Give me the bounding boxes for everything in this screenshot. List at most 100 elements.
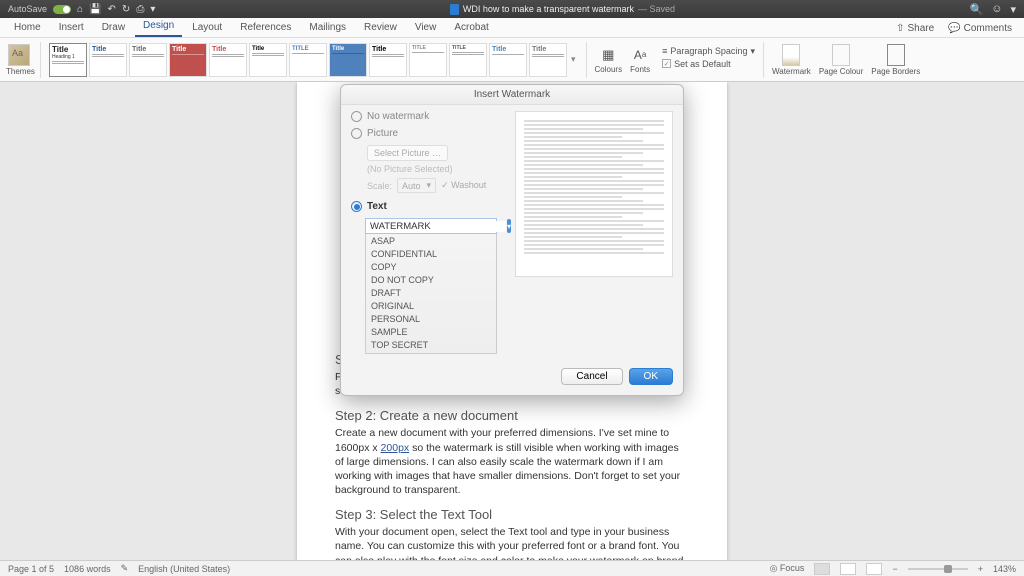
themes-icon: [8, 44, 30, 66]
colours-icon: ▦: [599, 46, 617, 64]
set-default-button[interactable]: ✓Set as Default: [662, 59, 755, 69]
ribbon: Themes TitleHeading 1 Title Title Title …: [0, 38, 1024, 82]
dropdown-option[interactable]: DO NOT COPY: [366, 273, 496, 286]
fonts-button[interactable]: AaFonts: [630, 46, 650, 74]
watermark-text-input[interactable]: [366, 221, 506, 232]
page-colour-icon: [832, 44, 850, 66]
radio-picture[interactable]: Picture: [351, 128, 505, 139]
word-count[interactable]: 1086 words: [64, 564, 111, 574]
style-option[interactable]: Title: [169, 43, 207, 77]
style-option[interactable]: Title: [129, 43, 167, 77]
dropdown-option[interactable]: COPY: [366, 260, 496, 273]
dropdown-option[interactable]: SAMPLE: [366, 325, 496, 338]
autosave-label: AutoSave: [8, 4, 47, 14]
colours-button[interactable]: ▦Colours: [595, 46, 623, 74]
style-gallery: TitleHeading 1 Title Title Title Title T…: [49, 43, 578, 77]
tab-review[interactable]: Review: [356, 19, 405, 37]
document-canvas: Step 1: Open Photoshop For the purposes …: [0, 82, 1024, 560]
watermark-text-dropdown[interactable]: ASAP CONFIDENTIAL COPY DO NOT COPY DRAFT…: [365, 234, 497, 354]
tab-home[interactable]: Home: [6, 19, 49, 37]
tab-references[interactable]: References: [232, 19, 299, 37]
view-outline[interactable]: [866, 563, 882, 575]
ok-button[interactable]: OK: [629, 368, 673, 385]
tab-insert[interactable]: Insert: [51, 19, 92, 37]
tab-acrobat[interactable]: Acrobat: [446, 19, 496, 37]
cancel-button[interactable]: Cancel: [561, 368, 622, 385]
tab-view[interactable]: View: [407, 19, 445, 37]
dropdown-option[interactable]: DRAFT: [366, 286, 496, 299]
dropdown-option[interactable]: URGENT: [366, 351, 496, 354]
style-option[interactable]: Title: [209, 43, 247, 77]
spacing-icon: ≡: [662, 46, 667, 56]
tab-design[interactable]: Design: [135, 17, 182, 37]
watermark-preview: [515, 111, 673, 277]
tab-mailings[interactable]: Mailings: [301, 19, 354, 37]
dropdown-option[interactable]: ASAP: [366, 234, 496, 247]
undo-icon[interactable]: ↶: [108, 4, 116, 15]
home-icon[interactable]: ⌂: [77, 4, 83, 15]
style-option[interactable]: Title: [89, 43, 127, 77]
style-option[interactable]: TITLE: [409, 43, 447, 77]
style-option[interactable]: TITLE: [289, 43, 327, 77]
dropdown-option[interactable]: TOP SECRET: [366, 338, 496, 351]
watermark-text-combo[interactable]: ▾: [365, 218, 497, 234]
tab-layout[interactable]: Layout: [184, 19, 230, 37]
page-borders-icon: [887, 44, 905, 66]
themes-button[interactable]: Themes: [6, 44, 32, 76]
comment-icon: 💬: [948, 23, 960, 34]
ribbon-tabs: Home Insert Draw Design Layout Reference…: [0, 18, 1024, 38]
zoom-in[interactable]: +: [978, 564, 983, 574]
share-button[interactable]: ⇧Share: [890, 20, 940, 37]
account-icon[interactable]: ☺: [991, 3, 1002, 16]
heading: Step 3: Select the Text Tool: [335, 507, 689, 522]
tab-draw[interactable]: Draw: [94, 19, 133, 37]
radio-no-watermark[interactable]: No watermark: [351, 111, 505, 122]
link[interactable]: 200px: [381, 442, 410, 454]
view-web-layout[interactable]: [840, 563, 856, 575]
autosave-toggle[interactable]: [53, 5, 71, 14]
search-icon[interactable]: 🔍: [970, 3, 984, 16]
dropdown-option[interactable]: CONFIDENTIAL: [366, 247, 496, 260]
watermark-button[interactable]: Watermark: [772, 44, 811, 76]
chevron-down-icon: ▾: [750, 46, 755, 57]
zoom-level[interactable]: 143%: [993, 564, 1016, 574]
style-option[interactable]: Title: [249, 43, 287, 77]
style-option[interactable]: Title: [329, 43, 367, 77]
print-icon[interactable]: ⎙: [136, 4, 144, 15]
style-option[interactable]: TITLE: [449, 43, 487, 77]
language-indicator[interactable]: English (United States): [138, 564, 230, 574]
style-option[interactable]: Title: [369, 43, 407, 77]
zoom-slider[interactable]: [908, 568, 968, 570]
titlebar: AutoSave ⌂ 💾 ↶ ↻ ⎙ ▾ WDI how to make a t…: [0, 0, 1024, 18]
gallery-more-icon[interactable]: ▾: [569, 54, 578, 65]
spellcheck-icon[interactable]: ✎: [121, 563, 129, 574]
style-option[interactable]: Title: [489, 43, 527, 77]
dropdown-option[interactable]: PERSONAL: [366, 312, 496, 325]
page-borders-button[interactable]: Page Borders: [871, 44, 920, 76]
paragraph-spacing-button[interactable]: ≡Paragraph Spacing ▾: [662, 46, 755, 57]
style-option[interactable]: TitleHeading 1: [49, 43, 87, 77]
page-colour-button[interactable]: Page Colour: [819, 44, 863, 76]
combo-arrow-icon[interactable]: ▾: [507, 219, 511, 233]
page-indicator[interactable]: Page 1 of 5: [8, 564, 54, 574]
scale-select: Auto▾: [397, 178, 436, 193]
radio-text[interactable]: Text: [351, 201, 505, 212]
focus-mode[interactable]: ◎ Focus: [770, 563, 805, 574]
heading: Step 2: Create a new document: [335, 408, 689, 423]
save-icon[interactable]: 💾: [89, 4, 101, 15]
status-bar: Page 1 of 5 1086 words ✎ English (United…: [0, 560, 1024, 576]
check-icon: ✓: [662, 59, 671, 68]
watermark-icon: [782, 44, 800, 66]
saved-indicator: — Saved: [638, 4, 675, 14]
view-print-layout[interactable]: [814, 563, 830, 575]
style-option[interactable]: Title: [529, 43, 567, 77]
no-picture-label: (No Picture Selected): [367, 164, 505, 174]
zoom-out[interactable]: −: [892, 564, 897, 574]
paragraph: With your document open, select the Text…: [335, 525, 689, 560]
comments-button[interactable]: 💬Comments: [942, 20, 1018, 37]
chevron-down-icon[interactable]: ▾: [1010, 3, 1016, 16]
washout-checkbox: ✓ Washout: [441, 180, 486, 191]
redo-icon[interactable]: ↻: [122, 4, 130, 15]
share-icon: ⇧: [896, 23, 904, 34]
dropdown-option[interactable]: ORIGINAL: [366, 299, 496, 312]
